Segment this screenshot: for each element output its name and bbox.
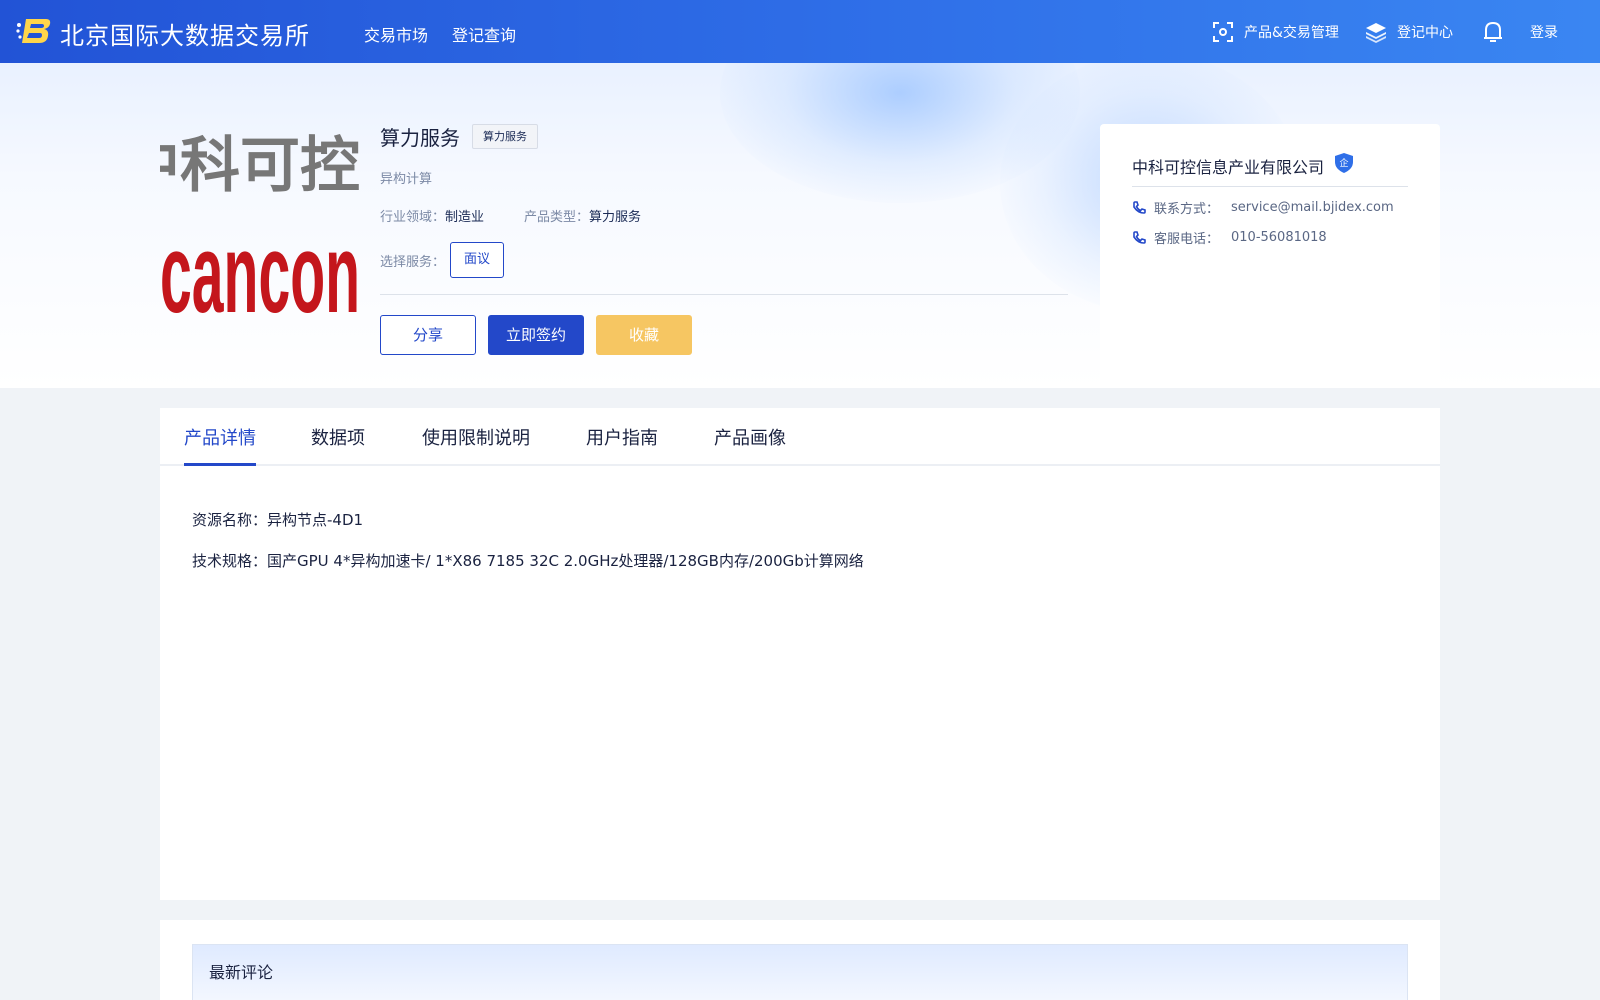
phone-label: 客服电话： <box>1154 232 1220 247</box>
product-logo-image: 中科可控 cancon <box>160 132 360 324</box>
product-type-label: 产品类型： <box>524 210 590 225</box>
logo-text-main: cancon <box>160 211 360 324</box>
tab-user-guide[interactable]: 用户指南 <box>586 424 658 450</box>
divider <box>1132 186 1408 187</box>
contact-label: 联系方式： <box>1154 202 1220 217</box>
enterprise-shield-icon: 企 <box>1335 153 1353 173</box>
tab-usage-restrictions[interactable]: 使用限制说明 <box>422 424 530 450</box>
service-option-negotiable[interactable]: 面议 <box>450 242 504 278</box>
active-tab-indicator <box>184 463 256 466</box>
tab-bar: 产品详情 数据项 使用限制说明 用户指南 产品画像 <box>160 408 1440 466</box>
scan-icon <box>1213 21 1233 42</box>
product-trade-management-link[interactable]: 产品&交易管理 <box>1212 0 1339 63</box>
product-type-field: 产品类型：算力服务 <box>524 206 641 225</box>
favorite-button[interactable]: 收藏 <box>596 315 692 355</box>
bell-icon <box>1484 21 1502 42</box>
product-tag: 算力服务 <box>472 124 538 149</box>
company-name[interactable]: 中科可控信息产业有限公司 <box>1132 154 1324 178</box>
product-trade-management-label: 产品&交易管理 <box>1244 24 1339 41</box>
nav-registration-query[interactable]: 登记查询 <box>452 22 516 46</box>
phone-icon <box>1133 200 1146 214</box>
product-detail-card: 产品详情 数据项 使用限制说明 用户指南 产品画像 资源名称：异构节点-4D1 … <box>160 408 1440 900</box>
phone-number[interactable]: 010-56081018 <box>1231 230 1327 245</box>
layers-icon <box>1366 22 1386 43</box>
product-subtitle: 异构计算 <box>380 172 433 187</box>
sign-now-button[interactable]: 立即签约 <box>488 315 584 355</box>
service-phone-row: 客服电话： 010-56081018 <box>1132 228 1327 247</box>
registration-center-link[interactable]: 登记中心 <box>1365 0 1453 63</box>
logo-text-top: 中科可控 <box>160 132 360 199</box>
comments-card: 最新评论 <box>160 920 1440 1000</box>
registration-center-label: 登记中心 <box>1397 24 1453 41</box>
contact-email[interactable]: service@mail.bjidex.com <box>1231 200 1394 215</box>
share-button[interactable]: 分享 <box>380 315 476 355</box>
login-link[interactable]: 登录 <box>1530 0 1558 63</box>
technical-spec: 技术规格：国产GPU 4*异构加速卡/ 1*X86 7185 32C 2.0GH… <box>192 552 864 570</box>
industry-field: 行业领域：制造业 <box>380 206 484 225</box>
enterprise-badge-text: 企 <box>1339 157 1348 169</box>
resource-name: 资源名称：异构节点-4D1 <box>192 511 364 529</box>
tab-product-details[interactable]: 产品详情 <box>184 424 256 450</box>
divider <box>380 294 1068 295</box>
notification-button[interactable] <box>1482 0 1514 63</box>
contact-method-row: 联系方式： service@mail.bjidex.com <box>1132 198 1394 217</box>
phone-icon <box>1133 230 1146 244</box>
nav-trade-market[interactable]: 交易市场 <box>364 22 428 46</box>
site-title[interactable]: 北京国际大数据交易所 <box>60 16 310 51</box>
comments-title: 最新评论 <box>209 963 274 982</box>
comments-header: 最新评论 <box>192 944 1408 1000</box>
tab-data-items[interactable]: 数据项 <box>311 424 365 450</box>
product-type-value: 算力服务 <box>589 210 642 225</box>
service-label: 选择服务： <box>380 255 446 270</box>
industry-value: 制造业 <box>445 210 485 225</box>
industry-label: 行业领域： <box>380 210 446 225</box>
tab-product-profile[interactable]: 产品画像 <box>714 424 786 450</box>
product-title: 算力服务 <box>380 126 460 150</box>
company-card: 中科可控信息产业有限公司 企 联系方式： service@mail.bjidex… <box>1100 124 1440 388</box>
site-logo-icon[interactable] <box>16 15 52 47</box>
top-navigation-bar: 北京国际大数据交易所 交易市场 登记查询 产品&交易管理 登记中心 登录 <box>0 0 1600 63</box>
